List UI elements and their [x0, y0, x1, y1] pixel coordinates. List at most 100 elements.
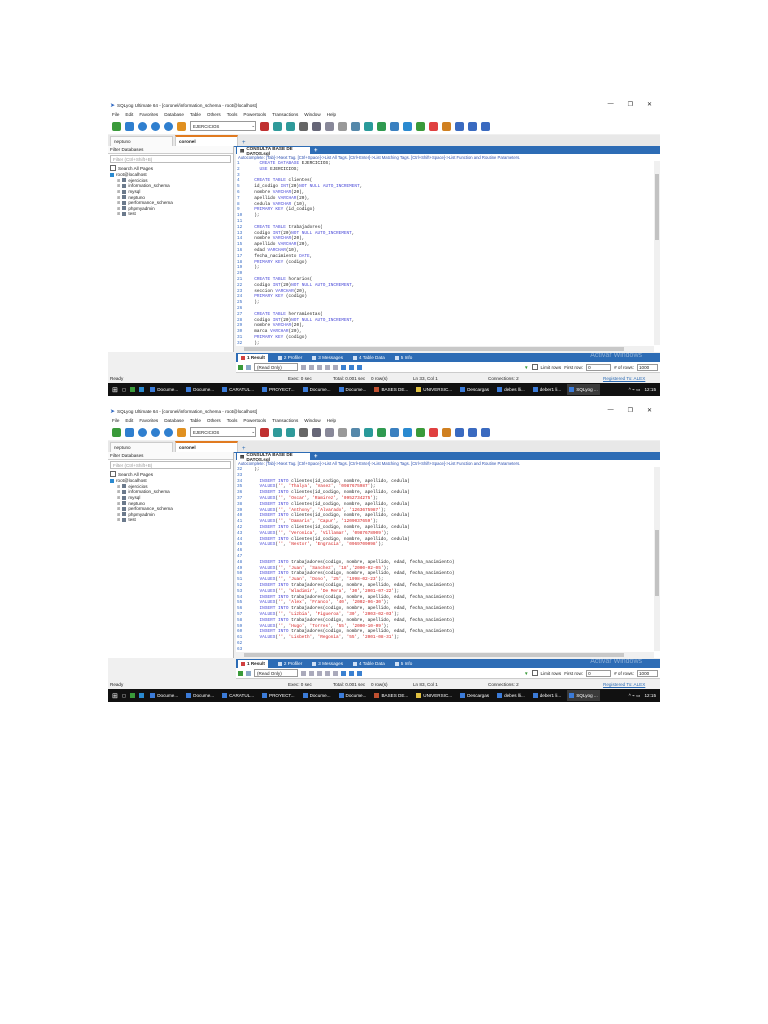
toolbar-button-icon[interactable]: [403, 121, 412, 131]
expand-icon[interactable]: ⊞: [117, 178, 120, 183]
expand-icon[interactable]: ⊞: [117, 495, 120, 500]
registered-link[interactable]: Registered To: ALEX: [603, 682, 645, 687]
toolbar-button-icon[interactable]: [390, 427, 399, 437]
toolbar-button-icon[interactable]: [312, 427, 321, 437]
result-mode-select[interactable]: (Read Only): [254, 363, 298, 371]
toolbar-button-icon[interactable]: [286, 427, 295, 437]
menu-tools[interactable]: Tools: [227, 112, 238, 117]
menu-file[interactable]: File: [112, 112, 119, 117]
result-action-icon[interactable]: [341, 364, 346, 370]
result-tab-2[interactable]: 2 Profiler: [277, 355, 302, 360]
menu-window[interactable]: Window: [304, 418, 320, 423]
result-action-icon[interactable]: [325, 670, 330, 676]
connection-tab-neptuno[interactable]: neptuno: [110, 136, 173, 146]
taskbar-item[interactable]: Docume...: [148, 384, 180, 395]
toolbar-button-icon[interactable]: [416, 427, 425, 437]
taskbar-item[interactable]: Docume...: [184, 690, 216, 701]
toolbar-button-icon[interactable]: [286, 121, 295, 131]
toolbar-button-icon[interactable]: [364, 121, 373, 131]
editor-tab[interactable]: ▤ CONSULTA BASE DE DATOS.sql: [237, 146, 310, 156]
expand-icon[interactable]: ⊞: [117, 200, 120, 205]
result-action-icon[interactable]: [333, 670, 338, 676]
taskbar-item[interactable]: BASES DE...: [372, 384, 410, 395]
expand-icon[interactable]: ⊞: [117, 501, 120, 506]
toolbar-button-icon[interactable]: [273, 121, 282, 131]
result-action-icon[interactable]: [333, 364, 338, 370]
filter-icon[interactable]: ▼: [524, 671, 529, 676]
toolbar-button-icon[interactable]: [390, 121, 399, 131]
menu-file[interactable]: File: [112, 418, 119, 423]
result-tab-2[interactable]: 2 Profiler: [277, 661, 302, 666]
taskbar-item[interactable]: debes lli...: [495, 384, 527, 395]
result-action-icon[interactable]: [301, 670, 306, 676]
toolbar-button-icon[interactable]: [377, 427, 386, 437]
expand-icon[interactable]: ⊞: [117, 189, 120, 194]
taskbar-item[interactable]: Descargas: [458, 384, 491, 395]
toolbar-button-icon[interactable]: [455, 427, 464, 437]
checkbox-icon[interactable]: [110, 165, 116, 171]
grid-mode-icon[interactable]: [246, 364, 251, 370]
expand-icon[interactable]: ⊞: [117, 489, 120, 494]
menu-database[interactable]: Database: [164, 418, 184, 423]
taskbar-item[interactable]: CARATUL...: [220, 384, 256, 395]
first-row-input[interactable]: 0: [586, 669, 612, 677]
filter-input[interactable]: Filter (Ctrl+Shift+B): [110, 155, 231, 163]
taskbar-item[interactable]: Docume...: [301, 690, 333, 701]
taskbar-item[interactable]: SQLyog ...: [567, 384, 600, 395]
toolbar-button-icon[interactable]: [177, 121, 186, 131]
result-tab-5[interactable]: 5 Info: [394, 661, 412, 666]
toolbar-button-icon[interactable]: [164, 121, 173, 131]
start-icon[interactable]: ⊞: [112, 692, 118, 700]
task-view-icon[interactable]: ▢: [122, 693, 126, 699]
database-selector[interactable]: EJERCICIOS ⌄: [190, 121, 256, 131]
menu-table[interactable]: Table: [190, 418, 201, 423]
expand-icon[interactable]: ⊞: [117, 506, 120, 511]
edge-icon[interactable]: [139, 693, 145, 698]
toolbar-button-icon[interactable]: [442, 121, 451, 131]
filter-icon[interactable]: ▼: [524, 365, 529, 370]
app-icon[interactable]: [130, 693, 136, 698]
database-selector[interactable]: EJERCICIOS ⌄: [190, 427, 256, 437]
result-action-icon[interactable]: [317, 364, 322, 370]
taskbar-item[interactable]: UNIVERSIC...: [414, 384, 454, 395]
taskbar-item[interactable]: Docume...: [337, 384, 369, 395]
code-area[interactable]: 1 CREATE DATABASE EJERCICIOS; 2 USE EJERC…: [236, 161, 653, 345]
taskbar-item[interactable]: PROYECT...: [260, 690, 297, 701]
task-view-icon[interactable]: ▢: [122, 387, 126, 393]
toolbar-button-icon[interactable]: [112, 121, 121, 131]
result-tab-4[interactable]: 4 Table Data: [353, 661, 385, 666]
menu-table[interactable]: Table: [190, 112, 201, 117]
checkbox-icon[interactable]: [110, 471, 116, 477]
toolbar-button-icon[interactable]: [151, 121, 160, 131]
connection-tab-coronel[interactable]: coronel: [175, 441, 238, 452]
toolbar-button-icon[interactable]: [138, 121, 147, 131]
limit-rows-checkbox[interactable]: [531, 364, 538, 370]
scrollbar-thumb[interactable]: [244, 653, 624, 657]
vertical-scrollbar[interactable]: [654, 161, 660, 345]
tree-item-test[interactable]: ⊞ test: [108, 517, 233, 523]
toolbar-button-icon[interactable]: [481, 427, 490, 437]
scrollbar-thumb[interactable]: [655, 173, 659, 241]
taskbar-item[interactable]: deber1 li...: [531, 690, 563, 701]
toolbar-button-icon[interactable]: [481, 121, 490, 131]
result-action-icon[interactable]: [301, 364, 306, 370]
toolbar-button-icon[interactable]: [468, 427, 477, 437]
new-query-tab-button[interactable]: +: [314, 148, 318, 154]
toolbar-button-icon[interactable]: [351, 121, 360, 131]
taskbar-item[interactable]: deber1 li...: [531, 384, 563, 395]
export-icon[interactable]: [238, 364, 243, 370]
taskbar-item[interactable]: UNIVERSIC...: [414, 690, 454, 701]
connection-tab-neptuno[interactable]: neptuno: [110, 442, 173, 452]
expand-icon[interactable]: ⊞: [117, 195, 120, 200]
registered-link[interactable]: Registered To: ALEX: [603, 376, 645, 381]
toolbar-button-icon[interactable]: [377, 121, 386, 131]
edge-icon[interactable]: [139, 387, 145, 392]
scrollbar-thumb[interactable]: [655, 529, 659, 596]
toolbar-button-icon[interactable]: [338, 121, 347, 131]
toolbar-button-icon[interactable]: [260, 427, 269, 437]
menu-help[interactable]: Help: [327, 418, 336, 423]
editor-tab[interactable]: ▤ CONSULTA BASE DE DATOS.sql: [237, 452, 310, 462]
toolbar-button-icon[interactable]: [455, 121, 464, 131]
result-action-icon[interactable]: [357, 670, 362, 676]
result-tab-5[interactable]: 5 Info: [394, 355, 412, 360]
